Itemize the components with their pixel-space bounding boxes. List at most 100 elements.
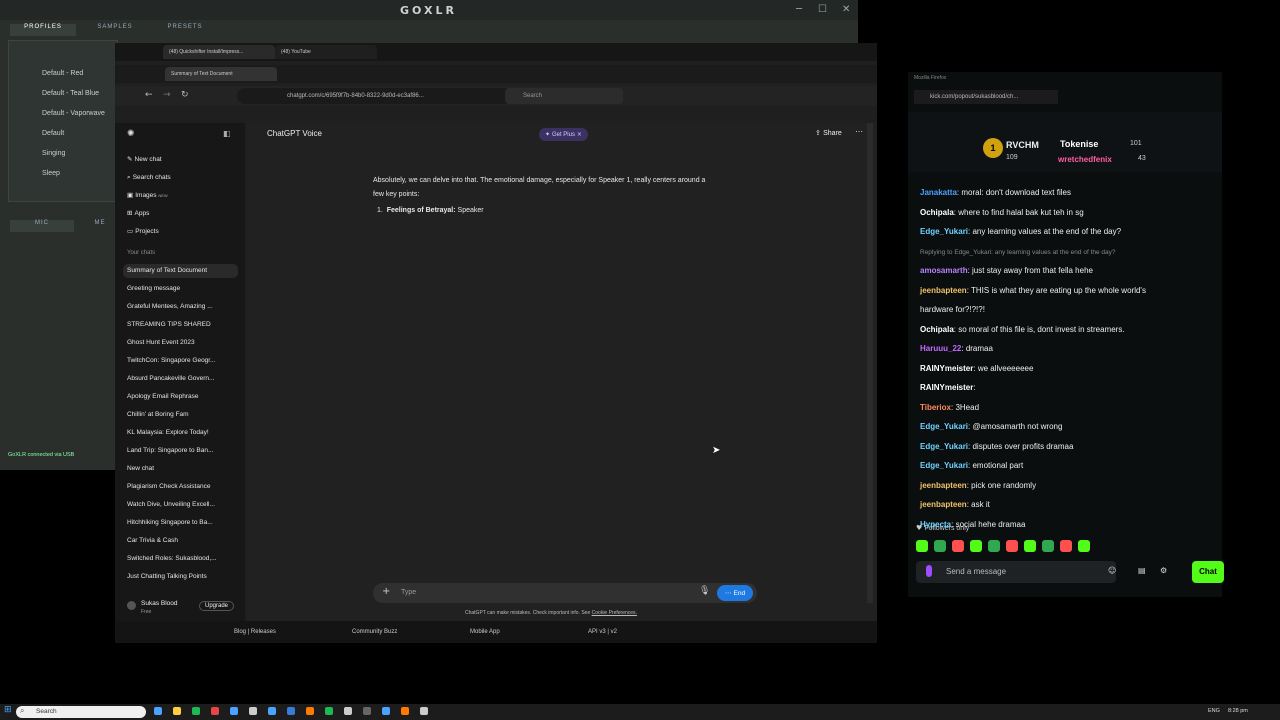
chat-username[interactable]: amosamarth: [920, 266, 968, 275]
taskbar-app-icon[interactable]: [173, 707, 181, 715]
footer-link[interactable]: Blog | Releases: [234, 629, 276, 635]
chat-history-item[interactable]: KL Malaysia: Explore Today!: [127, 429, 227, 436]
emote-icon[interactable]: [1078, 540, 1090, 552]
taskbar-app-icon[interactable]: [382, 707, 390, 715]
minimize-icon[interactable]: ─: [796, 4, 802, 15]
back-icon[interactable]: ←: [145, 90, 153, 100]
chat-history-item[interactable]: Apology Email Rephrase: [127, 393, 227, 400]
tab-profiles[interactable]: PROFILES: [10, 24, 76, 36]
emoji-icon[interactable]: ☺: [1108, 566, 1116, 575]
reload-icon[interactable]: ↻: [181, 90, 189, 100]
taskbar-app-icon[interactable]: [363, 707, 371, 715]
chat-history-item[interactable]: Greeting message: [127, 285, 227, 292]
forward-icon[interactable]: →: [163, 90, 171, 100]
avatar[interactable]: [127, 601, 136, 610]
chat-username[interactable]: Ochipala: [920, 325, 954, 334]
more-options-icon[interactable]: ⋯: [855, 127, 863, 136]
windows-start-icon[interactable]: ⊞: [4, 705, 12, 715]
taskbar-app-icon[interactable]: [306, 707, 314, 715]
tab-samples[interactable]: SAMPLES: [82, 24, 148, 36]
chat-history-item[interactable]: Hitchhiking Singapore to Ba...: [127, 519, 227, 526]
chat-username[interactable]: Edge_Yukari: [920, 461, 968, 470]
new-chat-button[interactable]: ✎ New chat: [127, 155, 227, 163]
chat-username[interactable]: jeenbapteen: [920, 286, 967, 295]
tab-me[interactable]: ME: [80, 220, 120, 232]
profile-item[interactable]: Singing: [42, 150, 65, 157]
chat-history-item[interactable]: Absurd Pancakeville Govern...: [127, 375, 227, 382]
chat-username[interactable]: Hypecta: [920, 520, 951, 529]
taskbar-app-icon[interactable]: [268, 707, 276, 715]
emote-icon[interactable]: [1060, 540, 1072, 552]
tab-presets[interactable]: PRESETS: [152, 24, 218, 36]
browser-tab[interactable]: (48) Quickshifter Install/Impress...: [163, 45, 275, 59]
clock[interactable]: 8:28 pm: [1228, 708, 1248, 714]
chat-history-item[interactable]: Car Trivia & Cash: [127, 537, 227, 544]
taskbar-app-icon[interactable]: [154, 707, 162, 715]
taskbar-app-icon[interactable]: [401, 707, 409, 715]
taskbar-app-icon[interactable]: [344, 707, 352, 715]
cookie-preferences-link[interactable]: Cookie Preferences.: [592, 610, 637, 616]
language-indicator[interactable]: ENG: [1208, 708, 1220, 714]
chat-history-item[interactable]: New chat: [127, 465, 227, 472]
chat-history-item[interactable]: Land Trip: Singapore to Ban...: [127, 447, 227, 454]
chat-history-item[interactable]: Summary of Text Document: [127, 267, 227, 274]
chat-history-item[interactable]: Grateful Mentees, Amazing ...: [127, 303, 227, 310]
emote-icon[interactable]: [1042, 540, 1054, 552]
profile-item[interactable]: Default: [42, 130, 64, 137]
search-chats-button[interactable]: ⌕ Search chats: [127, 173, 227, 182]
chat-history-item[interactable]: Plagiarism Check Assistance: [127, 483, 227, 490]
taskbar-app-icon[interactable]: [325, 707, 333, 715]
taskbar-app-icon[interactable]: [192, 707, 200, 715]
kick-url-bar[interactable]: kick.com/popout/sukasblood/ch...: [914, 90, 1058, 104]
browser-search[interactable]: Search: [505, 88, 623, 104]
end-voice-button[interactable]: ⋯ End: [717, 585, 753, 601]
chat-history-item[interactable]: TwitchCon: Singapore Geogr...: [127, 357, 227, 364]
openai-logo-icon[interactable]: ✺: [127, 129, 135, 139]
close-icon[interactable]: ×: [575, 131, 582, 138]
browser-tab[interactable]: (48) YouTube: [275, 45, 377, 59]
active-tab[interactable]: Summary of Text Document: [165, 67, 277, 81]
prompt-input[interactable]: Type: [401, 589, 416, 596]
taskbar-app-icon[interactable]: [230, 707, 238, 715]
chat-username[interactable]: RAINYmeister: [920, 383, 973, 392]
taskbar-search[interactable]: Search: [16, 706, 146, 718]
chat-username[interactable]: Janakatta: [920, 188, 957, 197]
chat-username[interactable]: Tiberiox: [920, 403, 951, 412]
gift-icon[interactable]: ▤: [1138, 566, 1146, 575]
mic-icon[interactable]: [926, 565, 932, 577]
emote-icon[interactable]: [916, 540, 928, 552]
chat-username[interactable]: jeenbapteen: [920, 500, 967, 509]
sidebar-toggle-icon[interactable]: ◧: [223, 129, 231, 138]
emote-icon[interactable]: [970, 540, 982, 552]
projects-button[interactable]: ▭ Projects: [127, 227, 227, 235]
taskbar-app-icon[interactable]: [211, 707, 219, 715]
emote-icon[interactable]: [988, 540, 1000, 552]
profile-item[interactable]: Sleep: [42, 170, 60, 177]
images-button[interactable]: ▣ Images NEW: [127, 191, 227, 199]
taskbar-app-icon[interactable]: [249, 707, 257, 715]
taskbar-app-icon[interactable]: [420, 707, 428, 715]
footer-link[interactable]: API v3 | v2: [588, 629, 617, 635]
emote-icon[interactable]: [1024, 540, 1036, 552]
chat-history-item[interactable]: Ghost Hunt Event 2023: [127, 339, 227, 346]
chat-username[interactable]: Ochipala: [920, 208, 954, 217]
emote-icon[interactable]: [952, 540, 964, 552]
profile-item[interactable]: Default - Red: [42, 70, 83, 77]
chat-history-item[interactable]: Chillin' at Boring Fam: [127, 411, 227, 418]
scrollbar[interactable]: [867, 123, 873, 603]
share-button[interactable]: ⇪ Share: [815, 129, 842, 137]
profile-item[interactable]: Default - Teal Blue: [42, 90, 99, 97]
tab-mic[interactable]: MIC: [10, 220, 74, 232]
chat-username[interactable]: jeenbapteen: [920, 481, 967, 490]
chat-input[interactable]: Send a message: [916, 561, 1116, 583]
maximize-icon[interactable]: ☐: [818, 4, 827, 15]
close-icon[interactable]: ✕: [842, 4, 850, 15]
chat-username[interactable]: Haruuu_22: [920, 344, 961, 353]
plus-icon[interactable]: +: [382, 586, 390, 597]
chat-username[interactable]: RAINYmeister: [920, 364, 973, 373]
chat-history-item[interactable]: Switched Roles: Sukasblood,...: [127, 555, 227, 562]
chat-history-item[interactable]: STREAMING TIPS SHARED: [127, 321, 227, 328]
emote-icon[interactable]: [934, 540, 946, 552]
chat-username[interactable]: Edge_Yukari: [920, 227, 968, 236]
footer-link[interactable]: Mobile App: [470, 629, 500, 635]
